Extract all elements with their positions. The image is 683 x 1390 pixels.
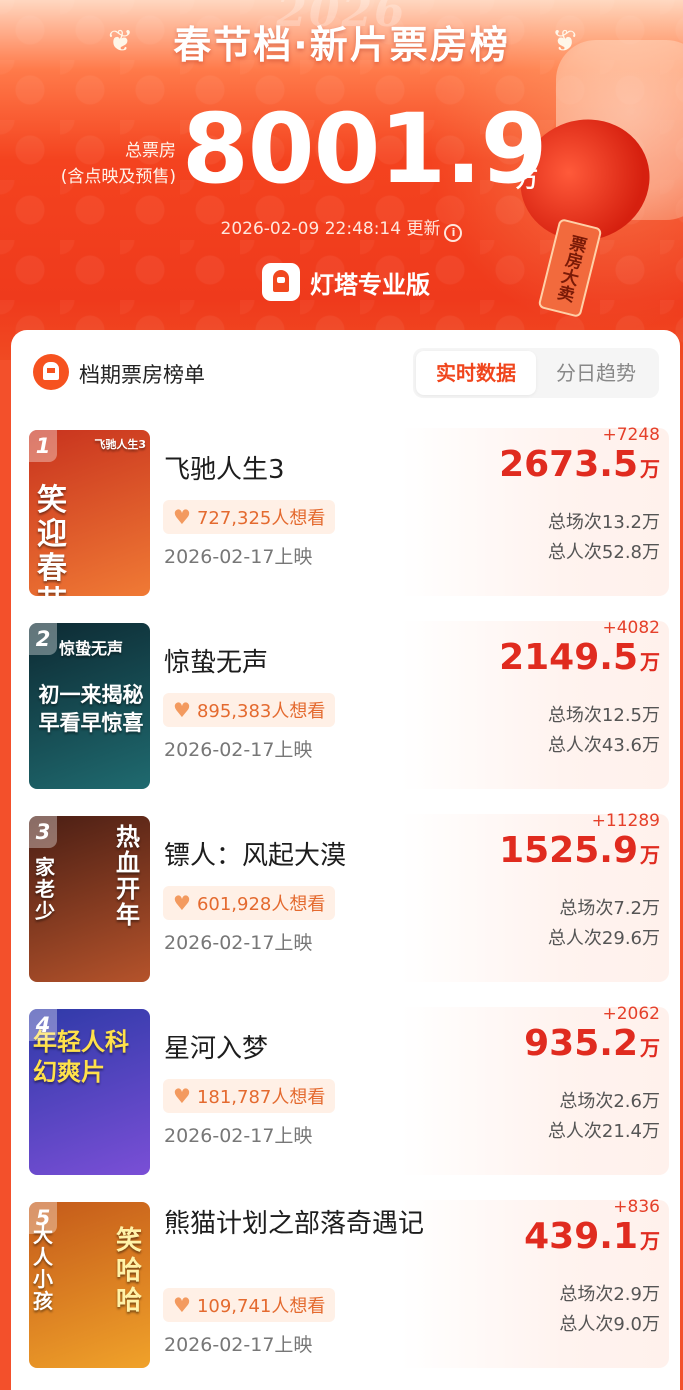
gross-delta: +4082 xyxy=(602,618,660,638)
page-title: 春节档·新片票房榜 xyxy=(173,23,510,67)
total-label-note: (含点映及预售) xyxy=(60,167,176,187)
tab-daily-trend[interactable]: 分日趋势 xyxy=(536,351,656,395)
total-screenings: 总场次12.5万 xyxy=(547,705,660,726)
rank-badge: 5 xyxy=(29,1202,57,1234)
gross-value: 935.2 万 xyxy=(524,1023,660,1064)
want-count: 181,787人想看 xyxy=(196,1087,326,1108)
movie-title[interactable]: 熊猫计划之部落奇遇记 xyxy=(164,1206,434,1242)
heart-icon: ♥ xyxy=(173,1293,191,1317)
gross-value: 2149.5 万 xyxy=(499,637,660,678)
gross-unit: 万 xyxy=(640,843,660,867)
gross-unit: 万 xyxy=(640,1229,660,1253)
brand-name: 灯塔专业版 xyxy=(310,270,430,299)
heart-icon: ♥ xyxy=(173,505,191,529)
hero-banner: 票房大卖 2026 ❦ 春节档·新片票房榜 ❦ 总票房 (含点映及预售) 800… xyxy=(0,0,683,360)
total-box-office-label: 总票房 (含点映及预售) xyxy=(50,138,176,190)
release-date: 2026-02-17上映 xyxy=(164,1334,313,1356)
gross-number: 2149.5 xyxy=(499,637,638,678)
movie-title[interactable]: 飞驰人生3 xyxy=(164,452,434,488)
heart-icon: ♥ xyxy=(173,698,191,722)
movie-row[interactable]: 年轻人科幻爽片 4 星河入梦 ♥ 181,787人想看 2026-02-17上映 … xyxy=(11,1001,680,1181)
total-admissions: 总人次29.6万 xyxy=(547,928,660,949)
gross-value: 439.1 万 xyxy=(524,1216,660,1257)
info-icon[interactable]: i xyxy=(444,224,463,242)
gross-value: 1525.9 万 xyxy=(499,830,660,871)
total-label-main: 总票房 xyxy=(125,141,176,161)
rank-badge: 3 xyxy=(29,816,57,848)
rank-badge: 2 xyxy=(29,623,57,655)
poster-title: 热血开年 xyxy=(116,823,140,929)
gross-unit: 万 xyxy=(640,650,660,674)
gross-delta: +11289 xyxy=(591,811,660,831)
total-box-office-value: 8001.9 xyxy=(182,93,547,205)
gross-delta: +2062 xyxy=(602,1004,660,1024)
poster-title: 笑迎春节 xyxy=(37,483,67,597)
laurel-right-icon: ❦ xyxy=(552,24,578,59)
poster-corner-text: 飞驰人生3 xyxy=(94,438,146,451)
want-count: 109,741人想看 xyxy=(196,1296,326,1317)
movie-title[interactable]: 惊蛰无声 xyxy=(164,645,434,681)
gross-unit: 万 xyxy=(640,457,660,481)
poster-corner-text: 家老少 xyxy=(35,855,55,923)
board-tabs: 实时数据 分日趋势 xyxy=(413,348,659,398)
total-admissions: 总人次52.8万 xyxy=(547,542,660,563)
gross-unit: 万 xyxy=(640,1036,660,1060)
tab-realtime[interactable]: 实时数据 xyxy=(416,351,536,395)
want-count: 727,325人想看 xyxy=(196,508,326,529)
movie-row[interactable]: 初一来揭秘 早看早惊喜 惊蛰无声 2 惊蛰无声 ♥ 895,383人想看 2026… xyxy=(11,615,680,795)
gross-number: 935.2 xyxy=(524,1023,638,1064)
want-count: 601,928人想看 xyxy=(196,894,326,915)
total-admissions: 总人次43.6万 xyxy=(547,735,660,756)
poster-corner-text: 大人小孩 xyxy=(33,1223,53,1313)
gross-value: 2673.5 万 xyxy=(499,444,660,485)
update-time: 2026-02-09 22:48:14 更新 i xyxy=(0,214,683,242)
gross-delta: +7248 xyxy=(602,425,660,445)
movie-row[interactable]: 笑迎春节 飞驰人生3 1 飞驰人生3 ♥727,325人想看 2026-02-1… xyxy=(11,422,680,602)
want-to-see-badge: ♥ 109,741人想看 xyxy=(163,1288,336,1322)
release-date: 2026-02-17上映 xyxy=(164,1125,313,1147)
rank-badge: 4 xyxy=(29,1009,57,1041)
total-screenings: 总场次2.9万 xyxy=(559,1284,660,1305)
total-screenings: 总场次2.6万 xyxy=(559,1091,660,1112)
update-time-text: 2026-02-09 22:48:14 更新 xyxy=(220,219,441,239)
total-screenings: 总场次7.2万 xyxy=(559,898,660,919)
board-header: 档期票房榜单 实时数据 分日趋势 xyxy=(11,330,680,414)
heart-icon: ♥ xyxy=(173,1084,191,1108)
want-to-see-badge: ♥ 181,787人想看 xyxy=(163,1079,336,1113)
gross-number: 1525.9 xyxy=(499,830,638,871)
poster-corner-text: 惊蛰无声 xyxy=(59,639,124,658)
box-office-board: 档期票房榜单 实时数据 分日趋势 笑迎春节 飞驰人生3 1 飞驰人生3 ♥727… xyxy=(11,330,680,1390)
release-date: 2026-02-17上映 xyxy=(164,739,313,761)
want-to-see-badge: ♥ 601,928人想看 xyxy=(163,886,336,920)
release-date: 2026-02-17上映 xyxy=(164,932,313,954)
movie-title[interactable]: 星河入梦 xyxy=(164,1031,434,1067)
gross-number: 439.1 xyxy=(524,1216,638,1257)
lighthouse-logo-icon xyxy=(262,263,300,301)
total-box-office-unit: 万 xyxy=(516,168,539,193)
total-admissions: 总人次21.4万 xyxy=(547,1121,660,1142)
gross-number: 2673.5 xyxy=(499,444,638,485)
brand: 灯塔专业版 xyxy=(262,262,430,302)
movie-title[interactable]: 镖人：风起大漠 xyxy=(164,838,434,874)
total-admissions: 总人次9.0万 xyxy=(559,1314,660,1335)
want-to-see-badge: ♥ 895,383人想看 xyxy=(163,693,336,727)
board-title: 档期票房榜单 xyxy=(79,363,205,387)
movie-row[interactable]: 热血开年 家老少 3 镖人：风起大漠 ♥ 601,928人想看 2026-02-1… xyxy=(11,808,680,988)
movie-row[interactable]: 笑哈哈 大人小孩 5 熊猫计划之部落奇遇记 ♥ 109,741人想看 2026-0… xyxy=(11,1194,680,1374)
poster-title: 初一来揭秘 早看早惊喜 xyxy=(38,683,144,735)
rank-badge: 1 xyxy=(29,430,57,462)
release-date: 2026-02-17上映 xyxy=(164,546,313,568)
poster-title: 笑哈哈 xyxy=(116,1226,143,1316)
gross-delta: +836 xyxy=(613,1197,660,1217)
want-count: 895,383人想看 xyxy=(196,701,326,722)
want-to-see-badge: ♥ 727,325人想看 xyxy=(163,500,336,534)
heart-icon: ♥ xyxy=(173,891,191,915)
total-screenings: 总场次13.2万 xyxy=(547,512,660,533)
board-logo-icon xyxy=(33,354,69,390)
